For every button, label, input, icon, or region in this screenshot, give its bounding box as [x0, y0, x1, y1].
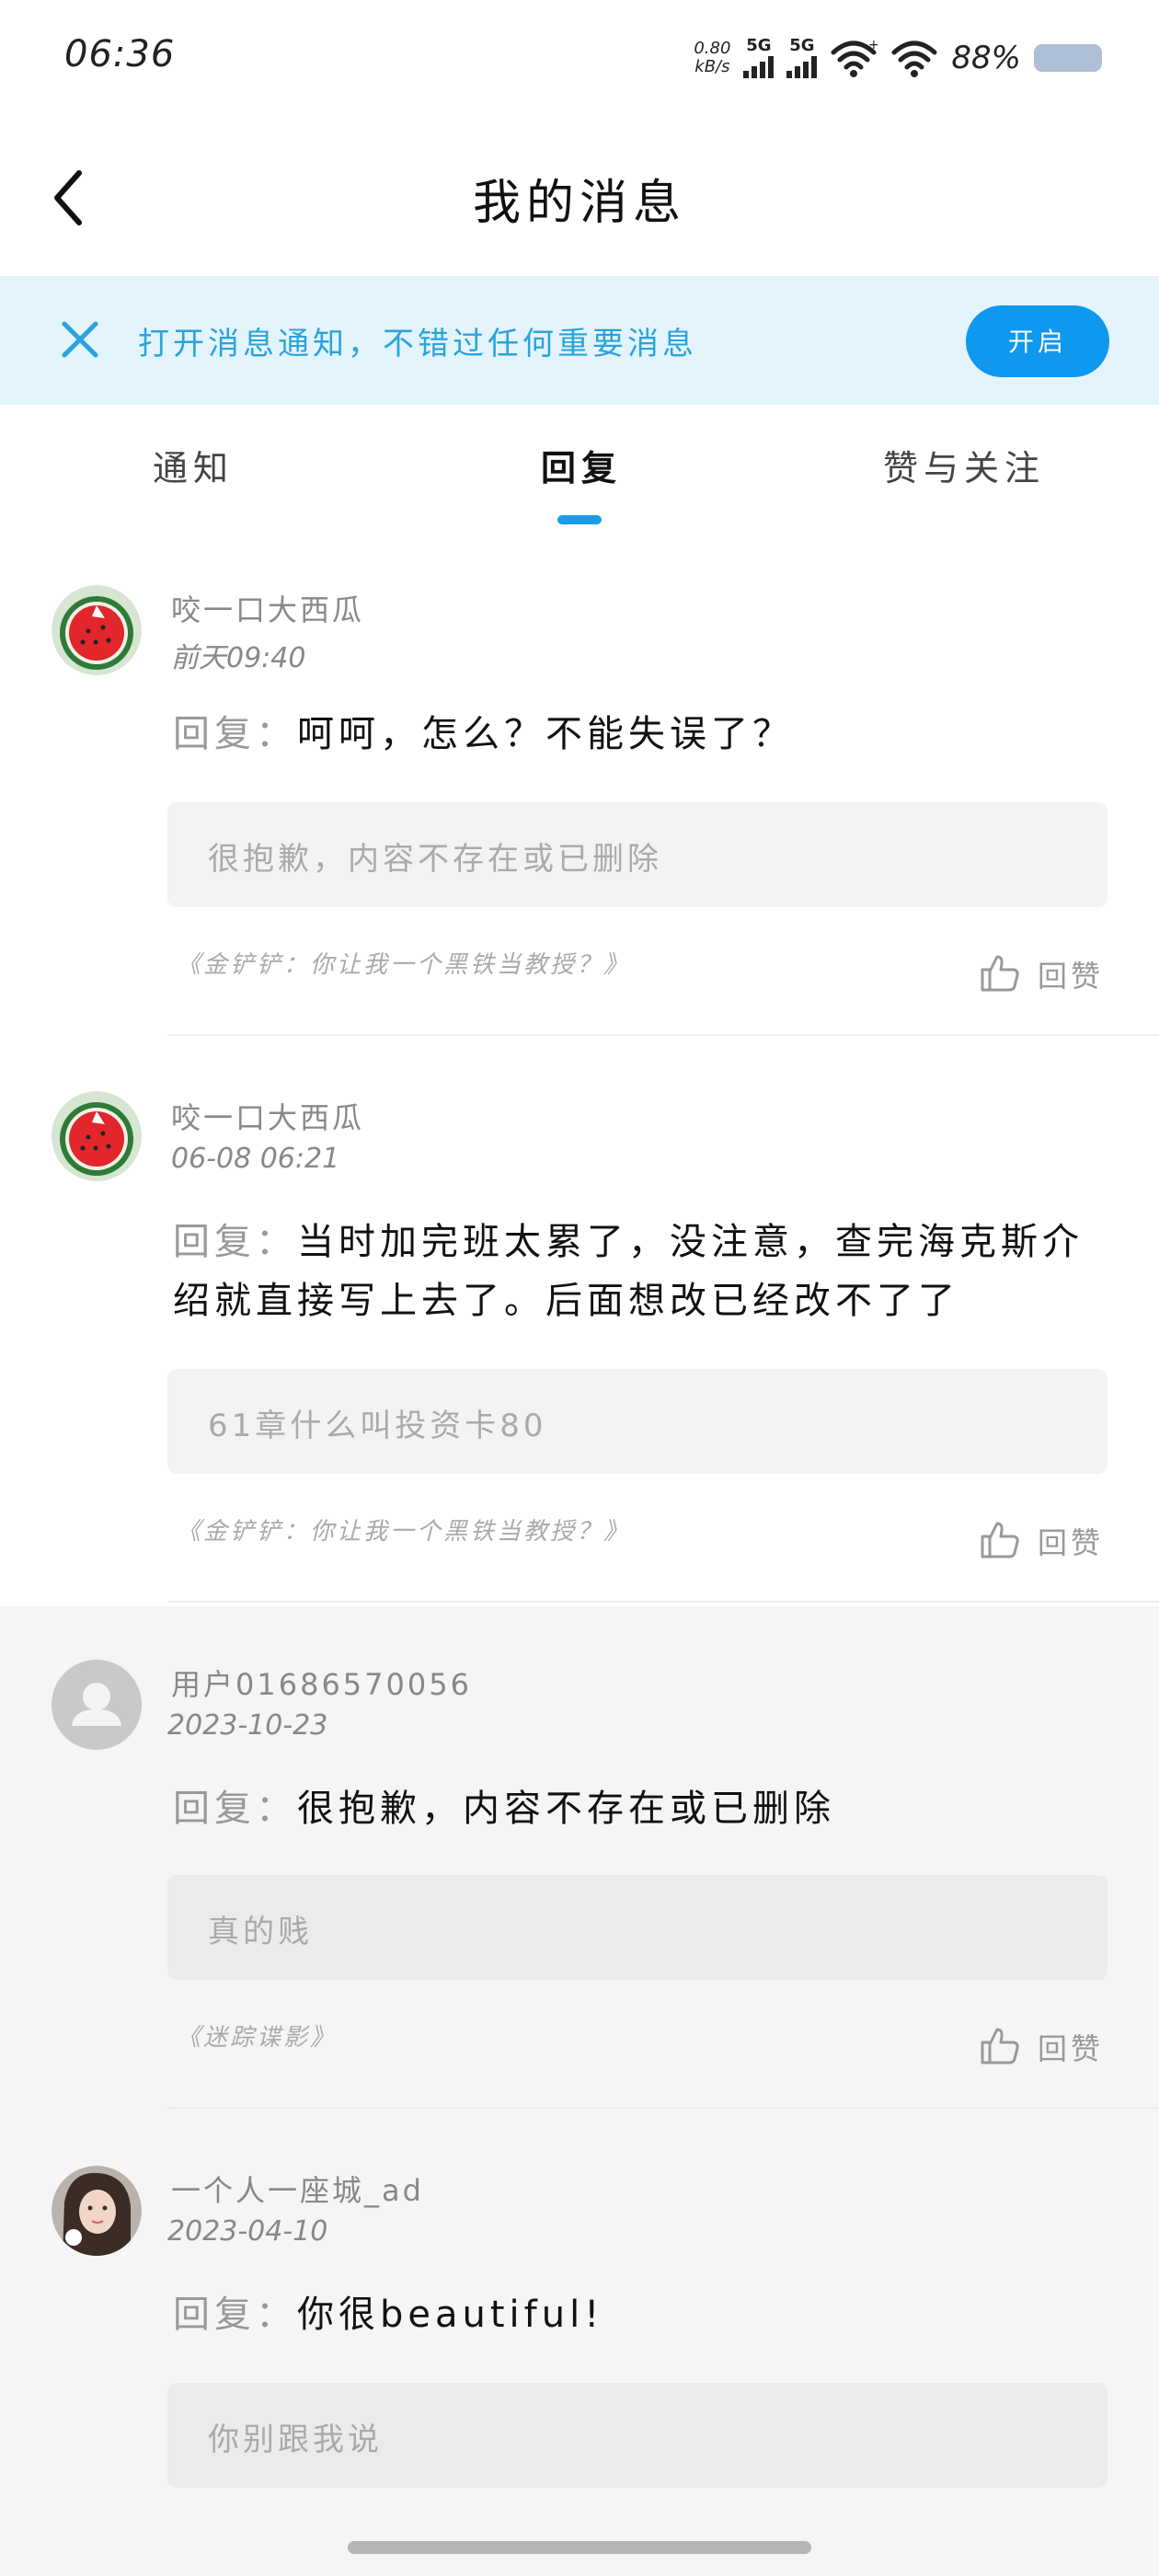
reply-text: 回复：呵呵，怎么？不能失误了？ — [173, 705, 1102, 764]
reply-content: 呵呵，怎么？不能失误了？ — [297, 713, 794, 755]
quoted-text: 很抱歉，内容不存在或已删除 — [208, 841, 662, 878]
like-back-button[interactable]: 回赞 — [1038, 953, 1104, 995]
book-source[interactable]: 《迷踪谍影》 — [177, 2018, 337, 2053]
message-username[interactable]: 用户01686570056 — [171, 1662, 472, 1704]
reply-prefix: 回复： — [173, 2294, 297, 2336]
message-username[interactable]: 咬一口大西瓜 — [171, 1095, 364, 1137]
thumbs-up-icon[interactable] — [979, 951, 1021, 994]
reply-prefix: 回复： — [173, 1788, 297, 1830]
tab-notifications[interactable]: 通知 — [153, 440, 234, 490]
reply-prefix: 回复： — [173, 1221, 297, 1263]
tab-likes-follows[interactable]: 赞与关注 — [883, 440, 1045, 490]
network-speed-value: 0.80 — [694, 39, 731, 58]
svg-text:+: + — [868, 38, 878, 52]
message-time: 2023-04-10 — [167, 2215, 328, 2248]
quoted-text: 你别跟我说 — [208, 2421, 383, 2458]
watermelon-avatar[interactable] — [52, 1091, 142, 1181]
reply-content: 你很beautiful! — [297, 2294, 604, 2336]
reply-content: 当时加完班太累了，没注意，查完海克斯介绍就直接写上去了。后面想改已经改不了了 — [173, 1221, 1084, 1322]
message-time: 前天09:40 — [171, 642, 306, 674]
thumbs-up-icon[interactable] — [979, 1518, 1021, 1560]
reply-text: 回复：很抱歉，内容不存在或已删除 — [173, 1779, 1102, 1838]
book-source[interactable]: 《金铲铲：你让我一个黑铁当教授？》 — [177, 1512, 630, 1547]
reply-prefix: 回复： — [173, 713, 297, 755]
tab-replies[interactable]: 回复 — [541, 440, 622, 490]
battery-icon — [1034, 44, 1102, 72]
message-username[interactable]: 咬一口大西瓜 — [171, 587, 364, 629]
signal-icon: 5G — [743, 36, 775, 78]
reply-text: 回复：你很beautiful! — [173, 2285, 1102, 2344]
book-source[interactable]: 《金铲铲：你让我一个黑铁当教授？》 — [177, 946, 630, 980]
network-speed-unit: kB/s — [694, 57, 730, 76]
message-username[interactable]: 一个人一座城_ad — [171, 2168, 424, 2210]
quoted-text: 61章什么叫投资卡80 — [208, 1408, 547, 1444]
divider — [167, 1601, 1159, 1603]
divider — [167, 2107, 1159, 2109]
photo-avatar[interactable] — [52, 2166, 142, 2256]
wifi-icon — [891, 40, 937, 77]
page-title: 我的消息 — [472, 176, 686, 231]
signal-label: 5G — [746, 36, 772, 55]
quoted-text: 真的贱 — [208, 1914, 313, 1950]
enable-notifications-button[interactable]: 开启 — [966, 305, 1109, 377]
signal-icon: 5G — [786, 36, 818, 78]
home-indicator[interactable] — [348, 2541, 811, 2554]
signal-label: 5G — [789, 36, 815, 55]
message-time: 06-08 06:21 — [171, 1143, 340, 1175]
network-speed: 0.80 kB/s — [694, 40, 730, 76]
thumbs-up-icon[interactable] — [979, 2024, 1021, 2066]
like-back-button[interactable]: 回赞 — [1038, 2026, 1104, 2068]
status-time: 06:36 — [64, 33, 176, 75]
reply-text: 回复：当时加完班太累了，没注意，查完海克斯介绍就直接写上去了。后面想改已经改不了… — [173, 1213, 1102, 1330]
battery-percent: 88% — [951, 40, 1021, 76]
reply-content: 很抱歉，内容不存在或已删除 — [297, 1788, 835, 1830]
status-icons: 0.80 kB/s 5G 5G + 88% — [694, 35, 1102, 81]
like-back-button[interactable]: 回赞 — [1038, 1520, 1104, 1562]
divider — [167, 1034, 1159, 1036]
message-time: 2023-10-23 — [167, 1709, 328, 1742]
banner-text: 打开消息通知，不错过任何重要消息 — [138, 326, 697, 362]
default-user-avatar[interactable] — [52, 1660, 142, 1750]
tab-indicator — [557, 515, 602, 524]
watermelon-avatar[interactable] — [52, 585, 142, 675]
close-icon[interactable] — [59, 318, 101, 361]
wifi-icon: + — [831, 38, 878, 77]
